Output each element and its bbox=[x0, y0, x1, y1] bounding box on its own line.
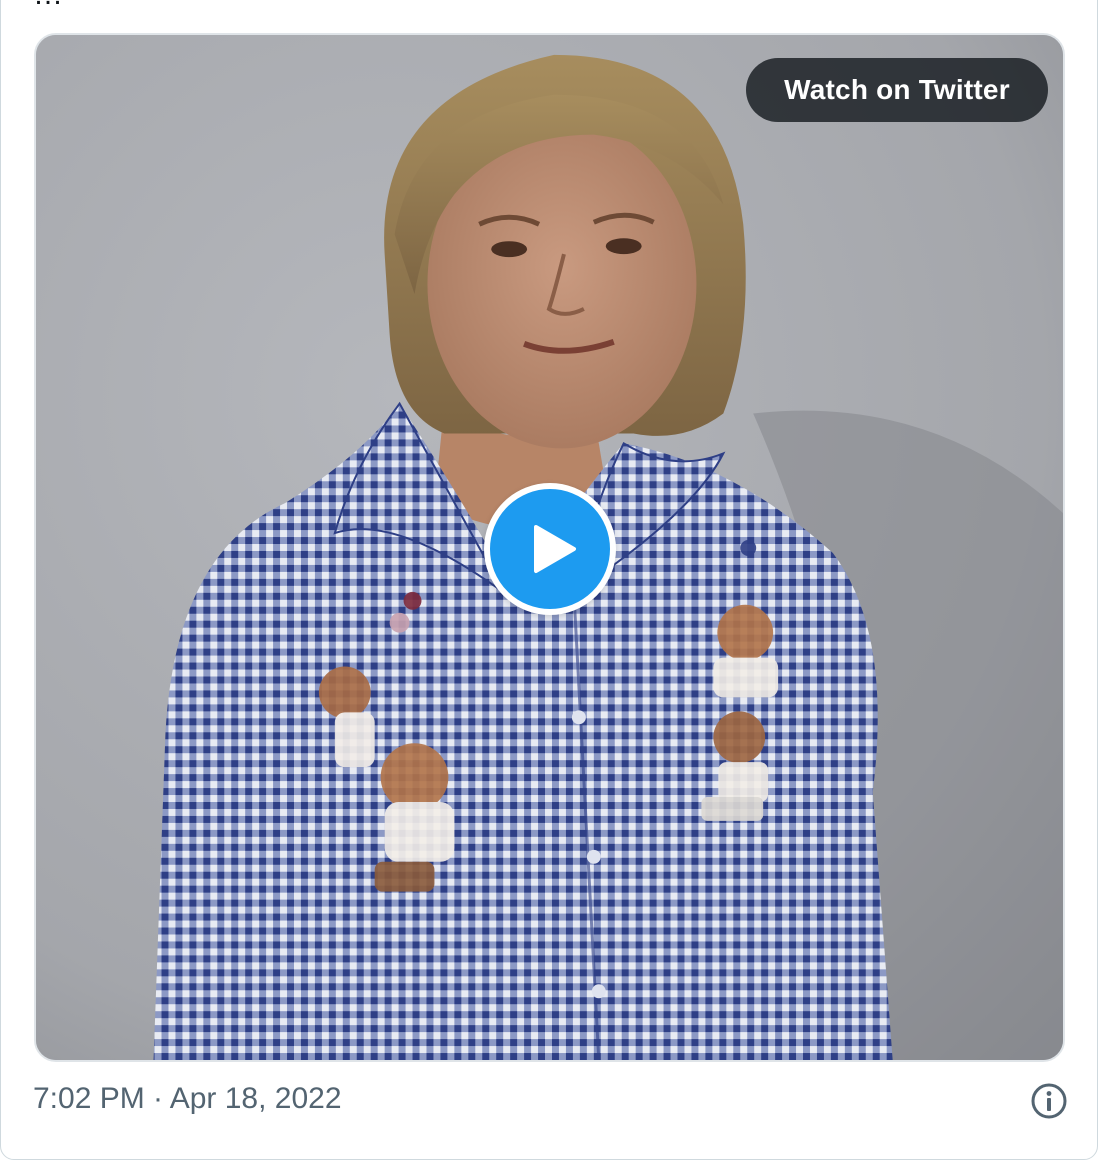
watch-on-twitter-label: Watch on Twitter bbox=[784, 74, 1010, 105]
tweet-timestamp[interactable]: 7:02 PM · Apr 18, 2022 bbox=[33, 1082, 342, 1116]
play-icon bbox=[534, 525, 576, 573]
info-icon[interactable] bbox=[1030, 1082, 1068, 1120]
tweet-text-clipped: … bbox=[33, 0, 63, 12]
watch-on-twitter-button[interactable]: Watch on Twitter bbox=[746, 58, 1048, 122]
play-button[interactable] bbox=[484, 483, 616, 615]
video-player[interactable]: Watch on Twitter bbox=[34, 33, 1065, 1062]
tweet-footer: 7:02 PM · Apr 18, 2022 bbox=[33, 1080, 1067, 1124]
